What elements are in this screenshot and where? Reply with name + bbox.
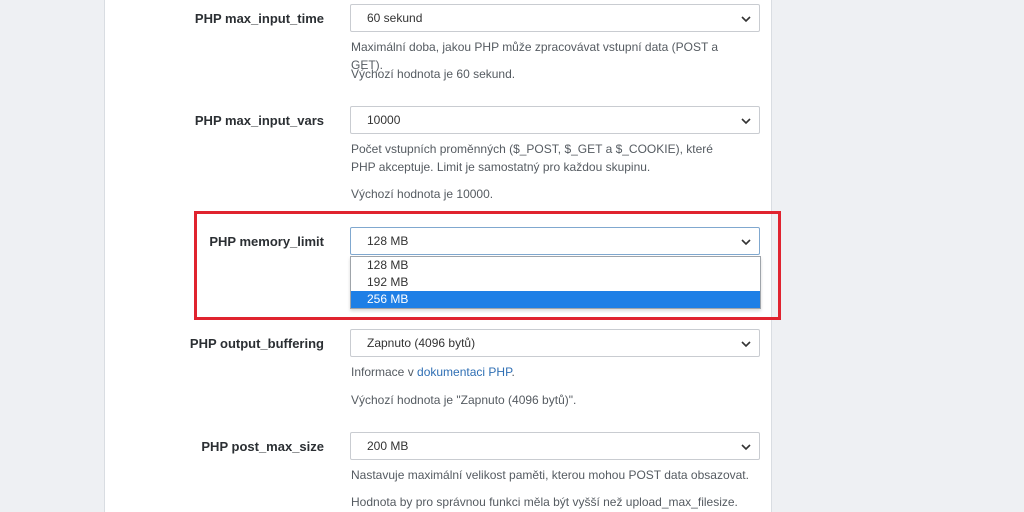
memory-limit-dropdown: 128 MB 192 MB 256 MB <box>350 256 761 309</box>
default-value-text: Výchozí hodnota je "Zapnuto (4096 bytů)"… <box>351 393 577 407</box>
dropdown-option-192[interactable]: 192 MB <box>351 274 760 291</box>
chevron-down-icon <box>741 118 751 125</box>
setting-label-post-max-size: PHP post_max_size <box>201 439 324 454</box>
select-value: 10000 <box>367 113 401 127</box>
chevron-down-icon <box>741 16 751 23</box>
dropdown-option-256[interactable]: 256 MB <box>351 291 760 308</box>
dropdown-option-128[interactable]: 128 MB <box>351 257 760 274</box>
memory-limit-select[interactable]: 128 MB <box>350 227 760 255</box>
select-value: Zapnuto (4096 bytů) <box>367 336 476 350</box>
chevron-down-icon <box>741 341 751 348</box>
php-documentation-link[interactable]: dokumentaci PHP <box>417 365 512 379</box>
max-input-time-select[interactable]: 60 sekund <box>350 4 760 32</box>
setting-label-max-input-vars: PHP max_input_vars <box>194 113 324 128</box>
chevron-down-icon <box>741 239 751 246</box>
max-input-vars-select[interactable]: 10000 <box>350 106 760 134</box>
default-value-text: Výchozí hodnota je 10000. <box>351 187 494 201</box>
help-text: Informace v dokumentaci PHP. <box>351 363 751 381</box>
chevron-down-icon <box>741 444 751 451</box>
default-value-text: Výchozí hodnota je 60 sekund. <box>351 67 516 81</box>
help-text: Počet vstupních proměnných ($_POST, $_GE… <box>351 142 713 174</box>
setting-label-memory-limit: PHP memory_limit <box>209 234 324 249</box>
post-max-size-select[interactable]: 200 MB <box>350 432 760 460</box>
setting-label-output-buffering: PHP output_buffering <box>189 336 324 351</box>
help-prefix: Informace v <box>351 365 418 379</box>
select-value: 128 MB <box>367 234 409 248</box>
setting-label-max-input-time: PHP max_input_time <box>194 11 324 26</box>
select-value: 200 MB <box>367 439 409 453</box>
output-buffering-select[interactable]: Zapnuto (4096 bytů) <box>350 329 760 357</box>
help-text: Nastavuje maximální velikost paměti, kte… <box>351 468 749 482</box>
select-value: 60 sekund <box>367 11 423 25</box>
help-suffix: . <box>511 365 515 379</box>
help-text: Hodnota by pro správnou funkci měla být … <box>351 495 738 509</box>
